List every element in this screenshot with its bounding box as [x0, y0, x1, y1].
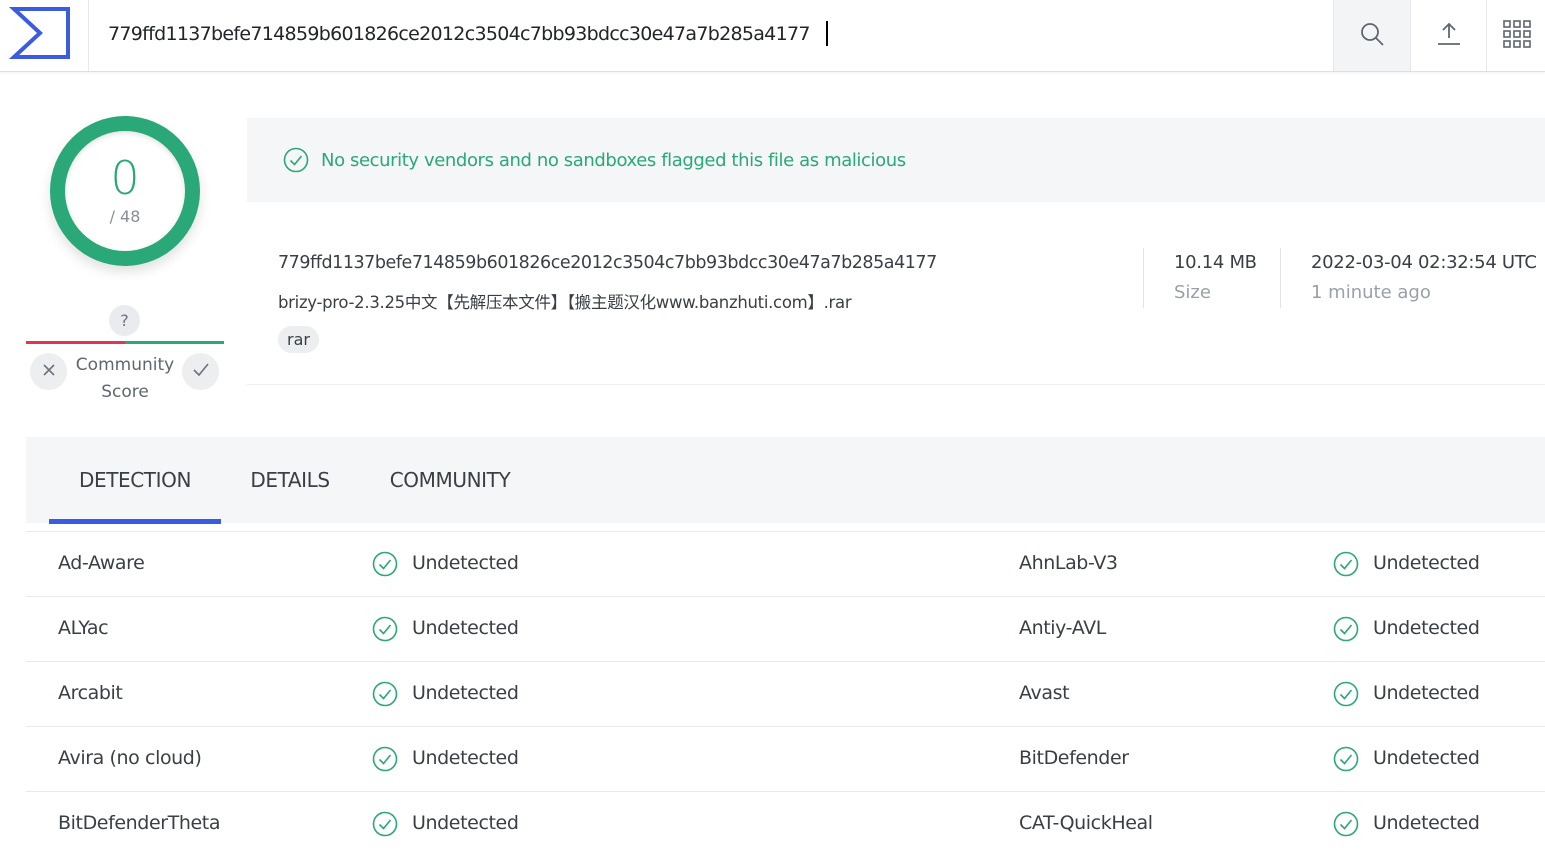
vendor-result: Undetected	[412, 812, 519, 834]
file-name: brizy-pro-2.3.25中文【先解压本文件】【搬主题汉化www.banz…	[278, 293, 852, 312]
detection-score-ring: 0 / 48	[50, 116, 200, 266]
vendor-result: Undetected	[1373, 812, 1480, 834]
tab-details[interactable]: DETAILS	[237, 437, 343, 523]
checkmark-icon	[192, 362, 210, 382]
vendor-name[interactable]: Avast	[1019, 682, 1070, 704]
vendor-name[interactable]: AhnLab-V3	[1019, 552, 1118, 574]
vendor-name[interactable]: Arcabit	[58, 682, 123, 704]
vendor-result: Undetected	[412, 747, 519, 769]
table-row: ALYac Undetected Antiy-AVL Undetected	[26, 596, 1545, 661]
community-score-bar-harmful	[26, 341, 125, 344]
table-row: Ad-Aware Undetected AhnLab-V3 Undetected	[26, 531, 1545, 596]
file-size-value: 10.14 MB	[1174, 252, 1257, 273]
analysis-date-relative: 1 minute ago	[1311, 282, 1431, 303]
vendor-result: Undetected	[412, 682, 519, 704]
file-type-tag[interactable]: rar	[278, 326, 319, 353]
table-row: Avira (no cloud) Undetected BitDefender …	[26, 726, 1545, 791]
vendor-result: Undetected	[1373, 617, 1480, 639]
vendor-name[interactable]: Ad-Aware	[58, 552, 145, 574]
file-size-label: Size	[1174, 282, 1211, 303]
community-score-bar-harmless	[125, 341, 224, 344]
text-caret	[826, 21, 828, 46]
divider	[1143, 248, 1144, 308]
vendor-result: Undetected	[412, 552, 519, 574]
apps-grid-icon	[1502, 19, 1532, 53]
divider	[1280, 248, 1281, 308]
check-circle-icon	[1333, 551, 1359, 577]
tab-community[interactable]: COMMUNITY	[375, 437, 525, 523]
sigma-logo-icon[interactable]	[0, 0, 89, 71]
check-circle-icon	[1333, 616, 1359, 642]
vote-harmful-button[interactable]	[30, 353, 67, 390]
vendor-result: Undetected	[1373, 682, 1480, 704]
upload-icon	[1436, 21, 1462, 51]
vendor-name[interactable]: Avira (no cloud)	[58, 747, 202, 769]
apps-button[interactable]	[1486, 0, 1545, 71]
detection-count: 0	[110, 150, 140, 205]
close-icon	[41, 362, 57, 382]
check-circle-icon	[372, 811, 398, 837]
check-circle-icon	[1333, 746, 1359, 772]
search-input[interactable]	[108, 18, 1318, 50]
verdict-text: No security vendors and no sandboxes fla…	[321, 149, 906, 171]
check-circle-icon	[372, 616, 398, 642]
engine-total: / 48	[109, 206, 141, 226]
verdict-banner: No security vendors and no sandboxes fla…	[247, 118, 1545, 202]
report-tabs: DETECTION DETAILS COMMUNITY	[26, 437, 1545, 524]
check-circle-icon	[1333, 811, 1359, 837]
check-circle-icon	[1333, 681, 1359, 707]
vendor-name[interactable]: BitDefender	[1019, 747, 1129, 769]
vendor-result: Undetected	[412, 617, 519, 639]
active-tab-indicator	[49, 519, 221, 524]
vendor-name[interactable]: Antiy-AVL	[1019, 617, 1106, 639]
community-score-label: Community Score	[75, 355, 175, 402]
vote-harmless-button[interactable]	[182, 353, 219, 390]
search-icon	[1359, 21, 1385, 51]
community-score-question: ?	[109, 305, 140, 336]
file-hash: 779ffd1137befe714859b601826ce2012c3504c7…	[278, 253, 937, 273]
upload-button[interactable]	[1410, 0, 1487, 71]
check-circle-icon	[372, 746, 398, 772]
analysis-date-value: 2022-03-04 02:32:54 UTC	[1311, 252, 1537, 273]
check-circle-icon	[372, 681, 398, 707]
table-row: Arcabit Undetected Avast Undetected	[26, 661, 1545, 726]
top-bar	[0, 0, 1545, 72]
tab-detection[interactable]: DETECTION	[49, 437, 221, 523]
vendor-name[interactable]: ALYac	[58, 617, 109, 639]
vendor-result: Undetected	[1373, 552, 1480, 574]
check-circle-icon	[283, 147, 309, 173]
vendor-name[interactable]: CAT-QuickHeal	[1019, 812, 1153, 834]
check-circle-icon	[372, 551, 398, 577]
detection-table: Ad-Aware Undetected AhnLab-V3 Undetected…	[26, 531, 1545, 856]
vendor-name[interactable]: BitDefenderTheta	[58, 812, 221, 834]
search-button[interactable]	[1333, 0, 1410, 71]
table-row: BitDefenderTheta Undetected CAT-QuickHea…	[26, 791, 1545, 856]
vendor-result: Undetected	[1373, 747, 1480, 769]
